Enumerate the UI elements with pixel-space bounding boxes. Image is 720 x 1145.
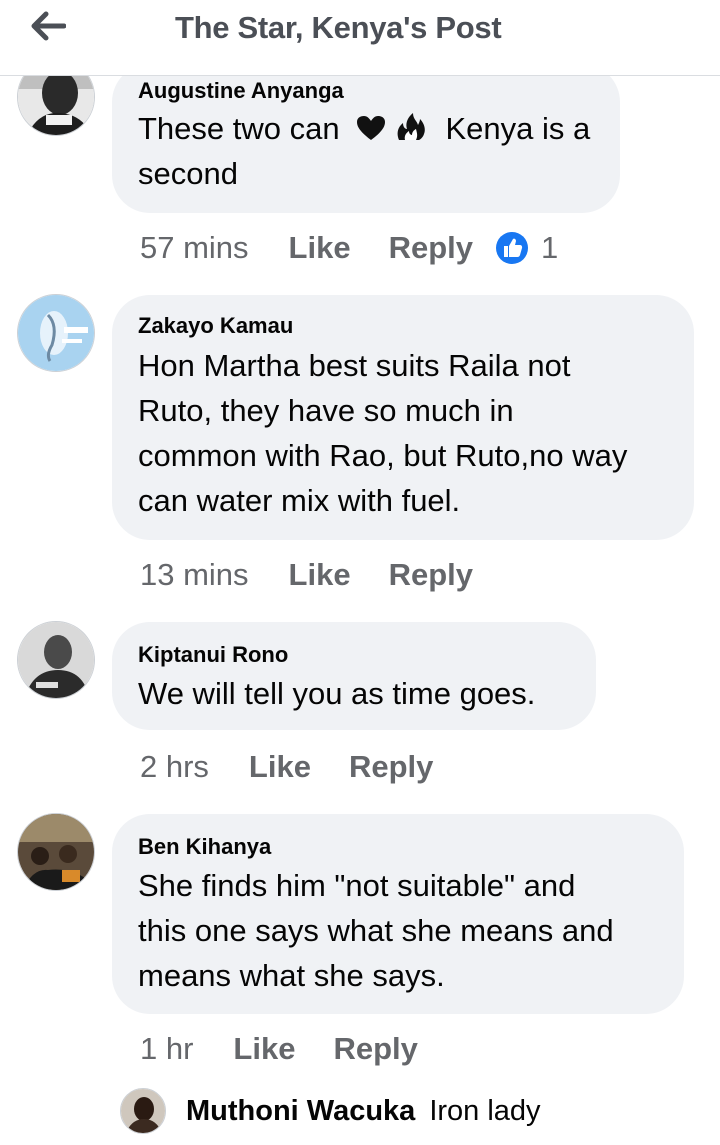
reply-button[interactable]: Reply (389, 557, 473, 593)
comment-text: These two can Kenya is a second (138, 106, 608, 196)
avatar[interactable] (17, 813, 95, 891)
like-button[interactable]: Like (289, 557, 351, 593)
comment-bubble: Augustine Anyanga These two can Kenya is… (112, 64, 620, 213)
comment-time[interactable]: 2 hrs (140, 749, 209, 785)
arrow-left-icon (31, 11, 66, 41)
reply-button[interactable]: Reply (333, 1031, 417, 1067)
comment-text-line: Ruto, they have so much in (138, 393, 514, 428)
comment-author[interactable]: Zakayo Kamau (138, 313, 293, 339)
comment-text-line: this one says what she means and (138, 913, 614, 948)
avatar[interactable] (120, 1088, 166, 1134)
reply-author[interactable]: Muthoni Wacuka (186, 1095, 415, 1128)
back-button[interactable] (28, 6, 68, 46)
comment-author[interactable]: Augustine Anyanga (138, 78, 344, 104)
comment-time[interactable]: 1 hr (140, 1031, 193, 1067)
like-button[interactable]: Like (289, 230, 351, 266)
comment-actions: 13 mins Like Reply (140, 555, 473, 595)
comment-bubble: Zakayo Kamau Hon Martha best suits Raila… (112, 295, 694, 540)
comment-actions: 2 hrs Like Reply (140, 747, 433, 787)
avatar[interactable] (17, 294, 95, 372)
comment-text-line: These two can (138, 111, 340, 146)
thumbs-up-icon (496, 232, 528, 264)
reply-button[interactable]: Reply (389, 230, 473, 266)
page-title: The Star, Kenya's Post (175, 10, 502, 45)
reply-text: Iron lady (429, 1094, 541, 1127)
comment-text: She finds him "not suitable" and this on… (138, 863, 678, 998)
comment-text-line: Kenya is a (445, 111, 591, 146)
comment-author[interactable]: Ben Kihanya (138, 834, 271, 860)
reply-button[interactable]: Reply (349, 749, 433, 785)
comment-text: Hon Martha best suits Raila not Ruto, th… (138, 343, 678, 523)
comment-text-line: We will tell you as time goes. (138, 676, 536, 711)
comment-text: We will tell you as time goes. (138, 671, 588, 716)
comment-actions: 1 hr Like Reply (140, 1029, 418, 1069)
comment-text-line: means what she says. (138, 958, 445, 993)
comment-bubble: Kiptanui Rono We will tell you as time g… (112, 622, 596, 730)
comment-text-line: She finds him "not suitable" and (138, 868, 576, 903)
comment-text-line: common with Rao, but Ruto,no way (138, 438, 628, 473)
reaction-count: 1 (541, 230, 559, 265)
reply-preview[interactable]: Muthoni Wacuka Iron lady (120, 1086, 541, 1136)
like-button[interactable]: Like (249, 749, 311, 785)
comment-text-line: can water mix with fuel. (138, 483, 461, 518)
comment-time[interactable]: 13 mins (140, 557, 249, 593)
comment-text-line: Hon Martha best suits Raila not (138, 348, 571, 383)
heart-icon (357, 116, 386, 140)
comment-author[interactable]: Kiptanui Rono (138, 642, 288, 668)
comment-actions: 57 mins Like Reply 1 (140, 228, 558, 268)
fire-icon (397, 113, 425, 140)
comment-bubble: Ben Kihanya She finds him "not suitable"… (112, 814, 684, 1014)
comment-text-line: second (138, 156, 238, 191)
comment-time[interactable]: 57 mins (140, 230, 249, 266)
top-bar: The Star, Kenya's Post (0, 0, 720, 76)
avatar[interactable] (17, 621, 95, 699)
reaction-summary[interactable]: 1 (495, 230, 558, 266)
like-button[interactable]: Like (233, 1031, 295, 1067)
